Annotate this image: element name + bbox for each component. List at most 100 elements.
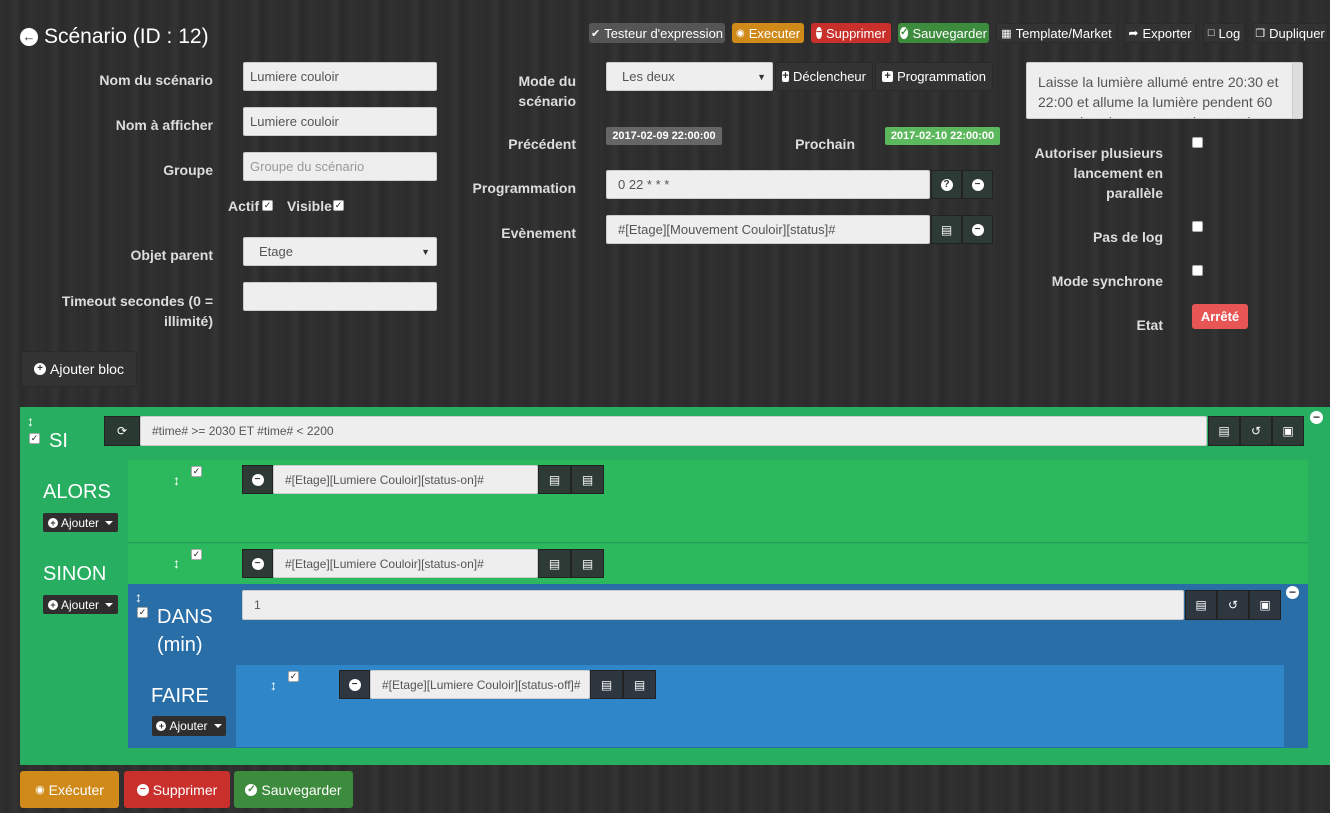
si-enable-checkbox[interactable]: ✓ bbox=[29, 433, 40, 444]
gamepad-icon: ◉ bbox=[735, 27, 745, 39]
add-block-button[interactable]: + Ajouter bloc bbox=[21, 351, 137, 387]
delete-button[interactable]: − Supprimer bbox=[811, 23, 891, 43]
drag-handle-icon[interactable]: ↕ bbox=[173, 472, 180, 488]
remove-action-button[interactable]: − bbox=[242, 465, 273, 494]
description-textarea[interactable]: Laisse la lumière allumé entre 20:30 et … bbox=[1026, 62, 1303, 119]
faire-action-input[interactable]: #[Etage][Lumiere Couloir][status-off]# bbox=[370, 670, 590, 699]
parallel-checkbox[interactable] bbox=[1192, 137, 1203, 148]
list-command-button[interactable]: ▤ bbox=[571, 549, 604, 578]
si-condition-input[interactable]: #time# >= 2030 ET #time# < 2200 bbox=[140, 416, 1207, 446]
log-button[interactable]: □ Log bbox=[1203, 23, 1245, 43]
select-command-button[interactable]: ▤ bbox=[590, 670, 623, 699]
list-command-button[interactable]: ▤ bbox=[623, 670, 656, 699]
programmation-button[interactable]: + Programmation bbox=[875, 62, 993, 91]
template-market-button[interactable]: ▦ Template/Market bbox=[996, 23, 1117, 43]
plus-circle-icon: + bbox=[156, 721, 167, 731]
share-icon: ➦ bbox=[1128, 26, 1139, 40]
timeout-label: Timeout secondes (0 = illimité) bbox=[61, 293, 213, 329]
minus-circle-icon: − bbox=[251, 557, 264, 570]
event-input[interactable]: #[Etage][Mouvement Couloir][status]# bbox=[606, 215, 930, 244]
drag-handle-icon[interactable]: ↕ bbox=[173, 555, 180, 571]
expression-tester-button[interactable]: ✔ Testeur d'expression bbox=[589, 23, 725, 43]
timeout-input[interactable] bbox=[243, 282, 437, 311]
alors-action-checkbox[interactable]: ✓ bbox=[191, 466, 202, 477]
active-checkbox[interactable]: ✓ bbox=[262, 200, 273, 211]
select-command-button[interactable]: ▤ bbox=[538, 465, 571, 494]
trigger-button[interactable]: + Déclencheur bbox=[775, 62, 873, 91]
visible-checkbox[interactable]: ✓ bbox=[333, 200, 344, 211]
cube-button[interactable]: ▣ bbox=[1249, 590, 1281, 620]
history-icon: ↺ bbox=[1250, 424, 1262, 438]
parent-object-select[interactable]: Etage ▼ bbox=[243, 237, 437, 266]
sinon-add-button[interactable]: + Ajouter bbox=[43, 595, 118, 614]
minus-circle-icon: − bbox=[816, 27, 822, 39]
faire-action-checkbox[interactable]: ✓ bbox=[288, 671, 299, 682]
duplicate-button[interactable]: ❐ Dupliquer bbox=[1252, 23, 1328, 43]
drag-handle-icon[interactable]: ↕ bbox=[27, 413, 34, 429]
select-command-button[interactable]: ▤ bbox=[538, 549, 571, 578]
sync-mode-checkbox[interactable] bbox=[1192, 265, 1203, 276]
help-button[interactable]: ? bbox=[931, 170, 962, 199]
plus-square-icon: + bbox=[782, 70, 789, 82]
programmation-input[interactable]: 0 22 * * * bbox=[606, 170, 930, 199]
sync-mode-label: Mode synchrone bbox=[1051, 273, 1163, 289]
footer-save-button[interactable]: ✓ Sauvegarder bbox=[234, 771, 353, 808]
page-title: Scénario (ID : 12) bbox=[44, 25, 209, 48]
history-button[interactable]: ↺ bbox=[1217, 590, 1249, 620]
collapse-dans-icon[interactable]: − bbox=[1286, 586, 1299, 599]
parent-object-label: Objet parent bbox=[130, 247, 213, 263]
name-label: Nom du scénario bbox=[99, 72, 213, 88]
execute-button[interactable]: ◉ Executer bbox=[732, 23, 804, 43]
list-command-button[interactable]: ▤ bbox=[571, 465, 604, 494]
dans-keyword: DANS bbox=[157, 606, 213, 628]
footer-delete-button[interactable]: − Supprimer bbox=[124, 771, 230, 808]
faire-add-button[interactable]: + Ajouter bbox=[152, 716, 226, 736]
dans-enable-checkbox[interactable]: ✓ bbox=[137, 607, 148, 618]
alors-add-button[interactable]: + Ajouter bbox=[43, 513, 118, 532]
previous-label: Précédent bbox=[508, 136, 576, 152]
active-label: Actif bbox=[228, 198, 260, 214]
save-button[interactable]: ✓ Sauvegarder bbox=[898, 23, 989, 43]
no-log-checkbox[interactable] bbox=[1192, 221, 1203, 232]
minus-circle-icon: − bbox=[251, 473, 264, 486]
minus-circle-icon: − bbox=[136, 783, 149, 796]
sinon-action-checkbox[interactable]: ✓ bbox=[191, 549, 202, 560]
state-badge: Arrêté bbox=[1192, 304, 1248, 329]
scrollbar[interactable] bbox=[1292, 63, 1302, 118]
dans-delay-input[interactable]: 1 bbox=[242, 590, 1184, 620]
caret-down-icon bbox=[213, 724, 222, 728]
export-button[interactable]: ➦ Exporter bbox=[1124, 23, 1196, 43]
mode-select[interactable]: Les deux ▼ bbox=[606, 62, 773, 91]
gamepad-icon: ◉ bbox=[35, 784, 45, 796]
remove-action-button[interactable]: − bbox=[339, 670, 370, 699]
list-event-button[interactable]: ▤ bbox=[931, 215, 962, 244]
back-icon[interactable]: ← bbox=[20, 28, 38, 46]
list-button[interactable]: ▤ bbox=[1185, 590, 1217, 620]
list-alt-icon: ▤ bbox=[548, 556, 561, 571]
remove-programmation-button[interactable]: − bbox=[962, 170, 993, 199]
sinon-action-input[interactable]: #[Etage][Lumiere Couloir][status-on]# bbox=[273, 549, 538, 578]
plus-circle-icon: + bbox=[47, 599, 58, 610]
refresh-button[interactable]: ⟳ bbox=[104, 416, 140, 446]
mode-label: Mode du scénario bbox=[518, 73, 576, 109]
footer-execute-button[interactable]: ◉ Exécuter bbox=[20, 771, 119, 808]
remove-event-button[interactable]: − bbox=[962, 215, 993, 244]
alors-action-input[interactable]: #[Etage][Lumiere Couloir][status-on]# bbox=[273, 465, 538, 494]
next-label: Prochain bbox=[795, 136, 855, 152]
cube-button[interactable]: ▣ bbox=[1272, 416, 1304, 446]
drag-handle-icon[interactable]: ↕ bbox=[135, 589, 142, 605]
group-input[interactable]: Groupe du scénario bbox=[243, 152, 437, 181]
history-button[interactable]: ↺ bbox=[1240, 416, 1272, 446]
question-icon: ? bbox=[940, 178, 953, 191]
display-name-input[interactable]: Lumiere couloir bbox=[243, 107, 437, 136]
list-button[interactable]: ▤ bbox=[1208, 416, 1240, 446]
event-label: Evènement bbox=[501, 225, 576, 241]
faire-keyword: FAIRE bbox=[151, 685, 209, 707]
check-icon: ✔ bbox=[590, 27, 601, 40]
collapse-si-icon[interactable]: − bbox=[1310, 411, 1323, 424]
remove-action-button[interactable]: − bbox=[242, 549, 273, 578]
drag-handle-icon[interactable]: ↕ bbox=[270, 677, 277, 693]
name-input[interactable]: Lumiere couloir bbox=[243, 62, 437, 91]
programmation-label: Programmation bbox=[472, 180, 576, 196]
previous-date-badge: 2017-02-09 22:00:00 bbox=[606, 127, 722, 145]
